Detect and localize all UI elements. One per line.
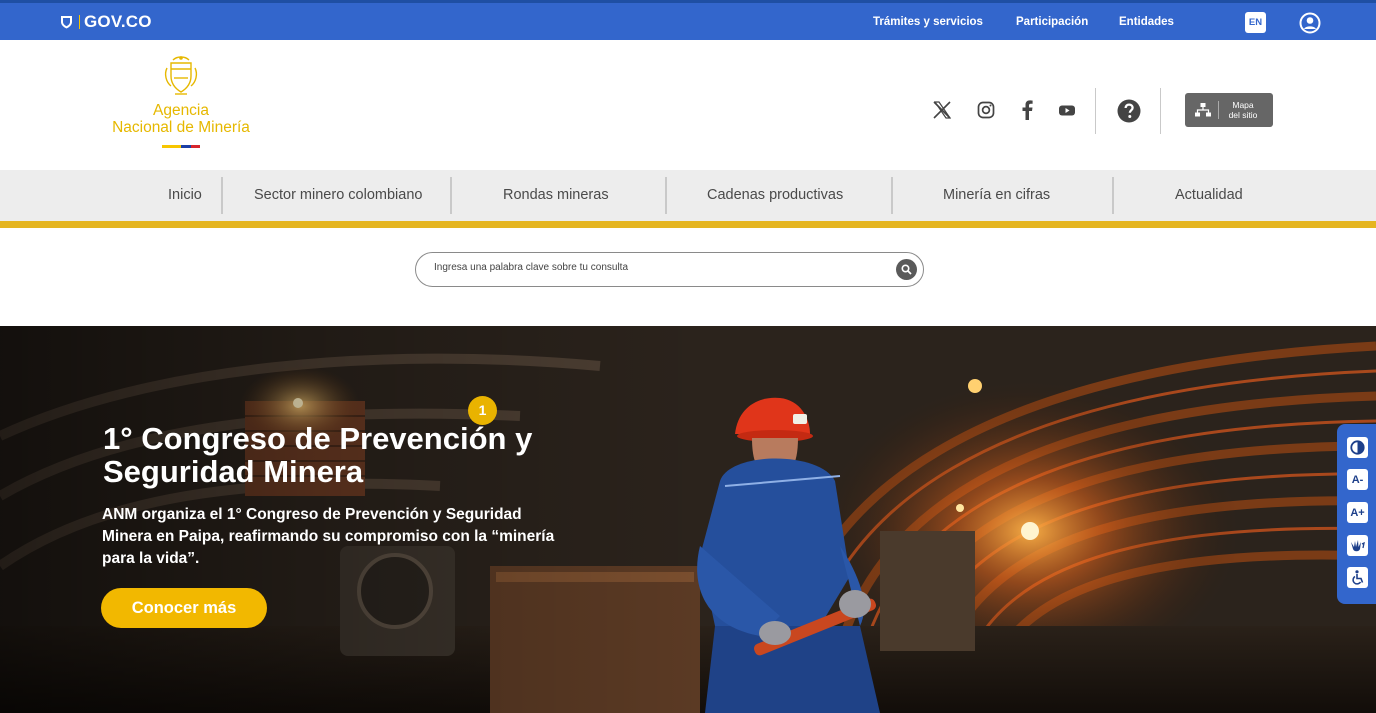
nav-item-cadenas-productivas[interactable]: Cadenas productivas: [707, 187, 843, 203]
site-header: Agencia Nacional de Minería Mapa del sit…: [0, 40, 1376, 170]
govco-logo-text: GOV.CO: [84, 12, 152, 31]
nav-separator: [665, 177, 667, 214]
x-icon[interactable]: [931, 99, 953, 121]
agency-name-line1: Agencia: [152, 102, 209, 119]
facebook-icon[interactable]: [1016, 99, 1038, 121]
coat-of-arms-icon: [164, 56, 198, 95]
nav-separator: [891, 177, 893, 214]
increase-text-button[interactable]: A+: [1347, 502, 1368, 523]
main-navigation: Inicio Sector minero colombiano Rondas m…: [0, 170, 1376, 221]
accessibility-toolbar: A- A+: [1337, 424, 1376, 604]
search-bar: [415, 252, 924, 287]
agency-logo[interactable]: Agencia Nacional de Minería: [96, 54, 266, 148]
instagram-icon[interactable]: [975, 99, 997, 121]
sign-language-icon: [1351, 539, 1365, 551]
sitemap-label-line1: Mapa: [1232, 100, 1254, 110]
nav-separator: [221, 177, 223, 214]
nav-item-sector-minero[interactable]: Sector minero colombiano: [254, 187, 422, 203]
hero-description: ANM organiza el 1° Congreso de Prevenció…: [102, 506, 555, 567]
nav-item-rondas-mineras[interactable]: Rondas mineras: [503, 187, 609, 203]
conocer-mas-button[interactable]: Conocer más: [101, 588, 267, 628]
sitemap-separator: [1218, 101, 1219, 119]
sitemap-button[interactable]: Mapa del sitio: [1185, 93, 1273, 127]
sitemap-label-line2: del sitio: [1228, 110, 1258, 120]
govco-logo[interactable]: GOV.CO: [60, 12, 152, 32]
nav-item-mineria-en-cifras[interactable]: Minería en cifras: [943, 187, 1050, 203]
question-circle-icon[interactable]: [1117, 99, 1141, 123]
sitemap-icon: [1195, 103, 1211, 117]
govco-bar: GOV.CO Trámites y servicios Participació…: [0, 0, 1376, 40]
header-divider: [1160, 88, 1161, 134]
youtube-icon[interactable]: [1056, 99, 1078, 121]
contrast-icon: [1350, 440, 1365, 455]
govnav-tramites-link[interactable]: Trámites y servicios: [873, 16, 983, 28]
wheelchair-icon: [1351, 570, 1363, 585]
colombia-shield-icon: [61, 16, 72, 29]
search-input[interactable]: [434, 262, 874, 273]
nav-separator: [1112, 177, 1114, 214]
header-divider: [1095, 88, 1096, 134]
colombia-flag-stripe: [162, 145, 200, 148]
govnav-participacion-link[interactable]: Participación: [1016, 16, 1088, 28]
search-button[interactable]: [896, 259, 917, 280]
nav-item-inicio[interactable]: Inicio: [168, 187, 202, 203]
govco-separator: [79, 15, 80, 29]
contrast-button[interactable]: [1347, 437, 1368, 458]
nav-item-actualidad[interactable]: Actualidad: [1175, 187, 1243, 203]
agency-name-line2: Nacional de Minería: [112, 119, 250, 136]
language-en-button[interactable]: EN: [1245, 12, 1266, 33]
govnav-entidades-link[interactable]: Entidades: [1119, 16, 1174, 28]
decrease-text-button[interactable]: A-: [1347, 469, 1368, 490]
nav-gold-border: [0, 221, 1376, 228]
sign-language-button[interactable]: [1347, 535, 1368, 556]
search-icon: [901, 264, 912, 275]
user-circle-icon[interactable]: [1299, 12, 1321, 34]
nav-separator: [450, 177, 452, 214]
hero-banner: 1 1° Congreso de Prevención y Seguridad …: [0, 326, 1376, 713]
wheelchair-button[interactable]: [1347, 567, 1368, 588]
sitemap-label: Mapa del sitio: [1226, 100, 1260, 120]
hero-title: 1° Congreso de Prevención y Seguridad Mi…: [103, 421, 533, 489]
